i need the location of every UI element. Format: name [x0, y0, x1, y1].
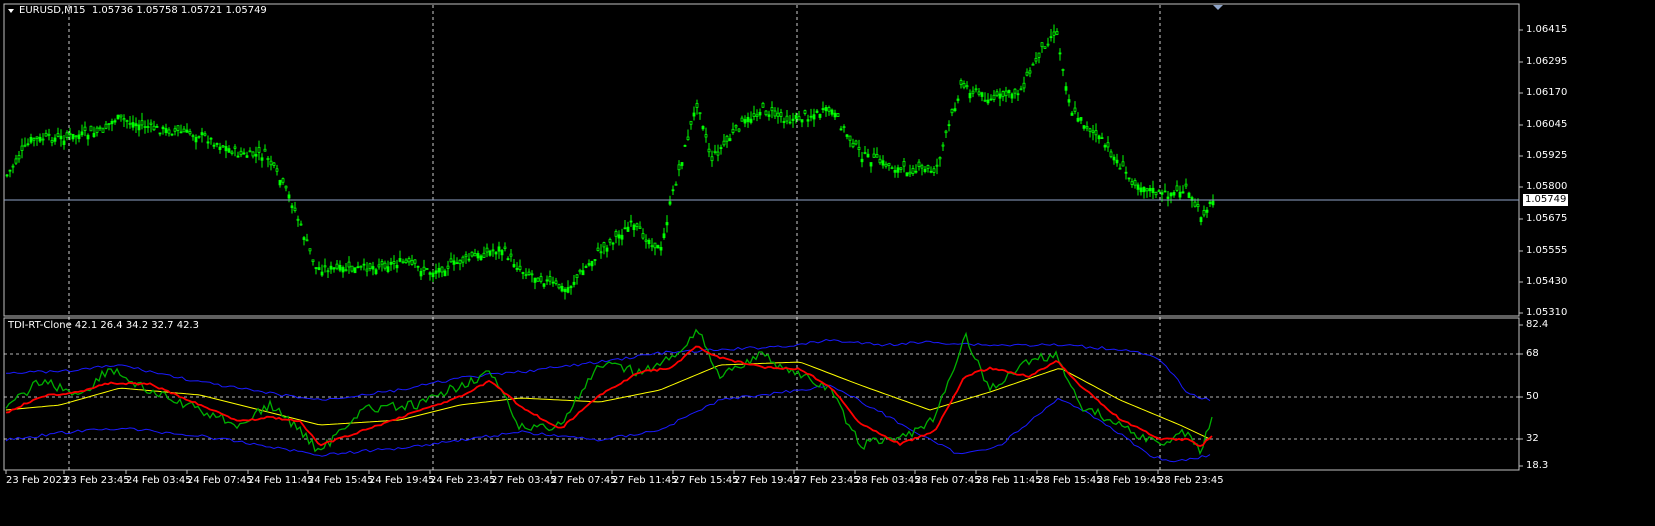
- indicator-level-label: 82.4: [1526, 319, 1549, 330]
- time-label: 23 Feb 2023: [6, 475, 69, 486]
- price-label: 1.05555: [1526, 245, 1568, 256]
- price-label: 1.05925: [1526, 150, 1568, 161]
- time-label: 24 Feb 23:45: [430, 475, 496, 486]
- price-label: 1.06170: [1526, 87, 1568, 98]
- indicator-level-label: 50: [1526, 391, 1539, 402]
- chart-canvas[interactable]: [0, 0, 1655, 522]
- time-label: 24 Feb 03:45: [126, 475, 192, 486]
- time-label: 27 Feb 11:45: [612, 475, 678, 486]
- chart-shift-marker-icon[interactable]: [1213, 5, 1223, 10]
- time-label: 24 Feb 15:45: [308, 475, 374, 486]
- price-label: 1.06415: [1526, 24, 1568, 35]
- time-label: 28 Feb 07:45: [915, 475, 981, 486]
- symbol-label: EURUSD,M15 1.05736 1.05758 1.05721 1.057…: [19, 5, 267, 16]
- time-label: 28 Feb 11:45: [976, 475, 1042, 486]
- indicator-level-label: 32: [1526, 433, 1539, 444]
- time-label: 28 Feb 23:45: [1158, 475, 1224, 486]
- price-label: 1.05430: [1526, 276, 1568, 287]
- time-label: 27 Feb 03:45: [491, 475, 557, 486]
- ohlc-values: 1.05736 1.05758 1.05721 1.05749: [91, 5, 267, 16]
- time-label: 28 Feb 15:45: [1037, 475, 1103, 486]
- time-label: 24 Feb 19:45: [369, 475, 435, 486]
- time-label: 27 Feb 19:45: [734, 475, 800, 486]
- time-label: 24 Feb 07:45: [187, 475, 253, 486]
- chart-menu-triangle-icon[interactable]: [8, 9, 14, 13]
- indicator-panel-border: [3, 317, 1520, 471]
- candles: [5, 24, 1215, 300]
- price-label: 1.05675: [1526, 213, 1568, 224]
- indicator-level-label: 68: [1526, 348, 1539, 359]
- time-label: 28 Feb 19:45: [1097, 475, 1163, 486]
- price-label: 1.06295: [1526, 56, 1568, 67]
- time-label: 24 Feb 11:45: [248, 475, 314, 486]
- time-label: 27 Feb 15:45: [673, 475, 739, 486]
- price-label: 1.05310: [1526, 307, 1568, 318]
- main-panel-border: [3, 3, 1520, 317]
- current-price-tag: 1.05749: [1523, 194, 1569, 206]
- time-label: 23 Feb 23:45: [64, 475, 130, 486]
- time-label: 27 Feb 07:45: [551, 475, 617, 486]
- time-label: 28 Feb 03:45: [855, 475, 921, 486]
- price-label: 1.05800: [1526, 181, 1568, 192]
- chart-window[interactable]: EURUSD,M15 1.05736 1.05758 1.05721 1.057…: [0, 0, 1655, 522]
- indicator-title: TDI-RT-Clone 42.1 26.4 34.2 32.7 42.3: [8, 320, 199, 331]
- price-label: 1.06045: [1526, 119, 1568, 130]
- grid-lines: [4, 5, 1523, 474]
- indicator-lines: [5, 328, 1213, 463]
- indicator-level-label: 18.3: [1526, 460, 1549, 471]
- time-label: 27 Feb 23:45: [794, 475, 860, 486]
